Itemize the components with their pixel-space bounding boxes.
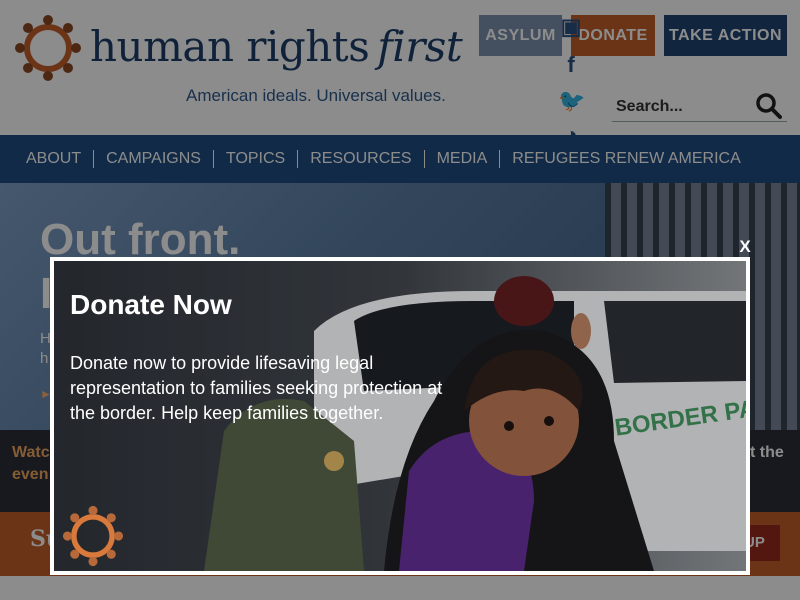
logo-icon [62,505,124,567]
donate-modal: BORDER PATR Donate Now Donate now to pro… [50,257,750,575]
modal-body: Donate now to provide lifesaving legal r… [70,353,443,423]
close-button[interactable]: X [737,237,753,257]
modal-title: Donate Now [70,289,232,320]
